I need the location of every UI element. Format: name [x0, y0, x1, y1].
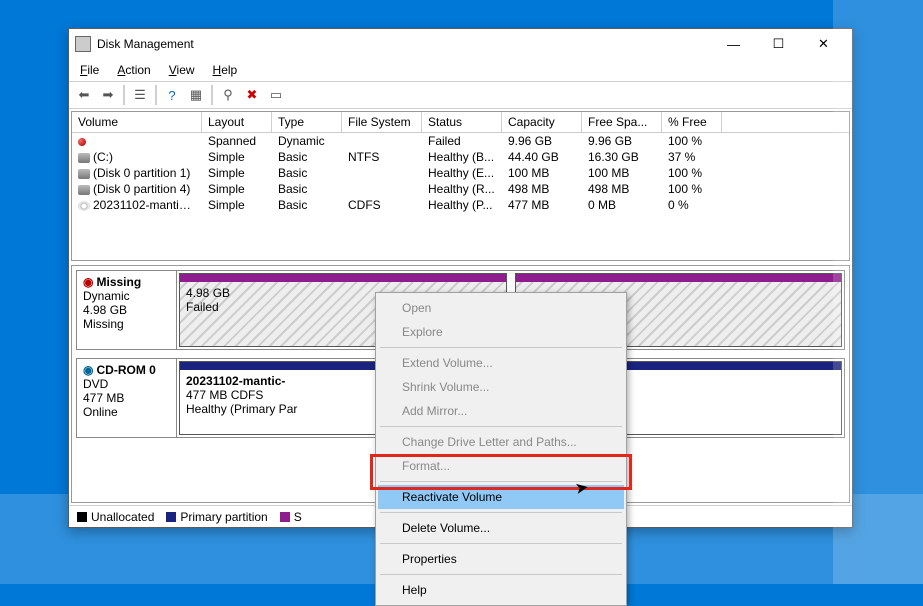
swatch-icon	[280, 512, 290, 522]
legend-item: S	[280, 510, 302, 524]
legend-item: Unallocated	[77, 510, 154, 524]
titlebar[interactable]: Disk Management — ☐ ✕	[69, 29, 852, 59]
table-row[interactable]: (Disk 0 partition 4)SimpleBasicHealthy (…	[72, 181, 849, 197]
window-title: Disk Management	[97, 37, 194, 51]
menu-item-delete-volume[interactable]: Delete Volume...	[378, 516, 624, 540]
col-capacity[interactable]: Capacity	[502, 112, 582, 132]
table-row[interactable]: (C:)SimpleBasicNTFSHealthy (B...44.40 GB…	[72, 149, 849, 165]
menu-item-shrink-volume: Shrink Volume...	[378, 375, 624, 399]
volume-icon	[78, 201, 90, 211]
volume-icon	[78, 153, 90, 163]
swatch-icon	[166, 512, 176, 522]
menu-item-open: Open	[378, 296, 624, 320]
props-button[interactable]: ☰	[129, 84, 151, 106]
separator-icon	[123, 85, 125, 105]
app-icon	[75, 36, 91, 52]
context-menu[interactable]: OpenExplore Extend Volume...Shrink Volume…	[375, 292, 627, 606]
table-row[interactable]: (Disk 0 partition 1)SimpleBasicHealthy (…	[72, 165, 849, 181]
help-button[interactable]: ?	[161, 84, 183, 106]
separator-icon	[211, 85, 213, 105]
back-button[interactable]: ⬅	[73, 84, 95, 106]
menu-help[interactable]: Help	[206, 61, 245, 79]
swatch-icon	[77, 512, 87, 522]
view-button[interactable]: ▭	[265, 84, 287, 106]
menu-file[interactable]: File	[73, 61, 106, 79]
menubar: File Action View Help	[69, 59, 852, 81]
disk-info: MissingDynamic4.98 GBMissing	[77, 271, 177, 349]
column-headers[interactable]: Volume Layout Type File System Status Ca…	[72, 112, 849, 133]
close-button[interactable]: ✕	[801, 30, 846, 58]
delete-button[interactable]: ✖	[241, 84, 263, 106]
volume-icon	[78, 185, 90, 195]
col-volume[interactable]: Volume	[72, 112, 202, 132]
volume-list[interactable]: Volume Layout Type File System Status Ca…	[71, 111, 850, 261]
menu-item-help[interactable]: Help	[378, 578, 624, 602]
stripe-icon	[516, 274, 842, 282]
menu-item-change-drive-letter-and-paths: Change Drive Letter and Paths...	[378, 430, 624, 454]
stripe-icon	[180, 274, 506, 282]
menu-item-format: Format...	[378, 454, 624, 478]
list-button[interactable]: ▦	[185, 84, 207, 106]
table-row[interactable]: 20231102-mantic- ...SimpleBasicCDFSHealt…	[72, 197, 849, 213]
menu-item-explore: Explore	[378, 320, 624, 344]
maximize-button[interactable]: ☐	[756, 30, 801, 58]
col-status[interactable]: Status	[422, 112, 502, 132]
col-type[interactable]: Type	[272, 112, 342, 132]
legend-item: Primary partition	[166, 510, 267, 524]
col-layout[interactable]: Layout	[202, 112, 272, 132]
refresh-button[interactable]: ⚲	[217, 84, 239, 106]
forward-button[interactable]: ➡	[97, 84, 119, 106]
toolbar: ⬅ ➡ ☰ ? ▦ ⚲ ✖ ▭	[69, 81, 852, 109]
menu-item-properties[interactable]: Properties	[378, 547, 624, 571]
minimize-button[interactable]: —	[711, 30, 756, 58]
separator-icon	[155, 85, 157, 105]
menu-item-reactivate-volume[interactable]: Reactivate Volume	[378, 485, 624, 509]
col-pctfree[interactable]: % Free	[662, 112, 722, 132]
volume-icon	[78, 169, 90, 179]
menu-item-add-mirror: Add Mirror...	[378, 399, 624, 423]
menu-item-extend-volume: Extend Volume...	[378, 351, 624, 375]
disk-info: CD-ROM 0DVD477 MBOnline	[77, 359, 177, 437]
menu-view[interactable]: View	[162, 61, 202, 79]
table-row[interactable]: SpannedDynamicFailed9.96 GB9.96 GB100 %	[72, 133, 849, 149]
col-fs[interactable]: File System	[342, 112, 422, 132]
col-free[interactable]: Free Spa...	[582, 112, 662, 132]
menu-action[interactable]: Action	[110, 61, 157, 79]
volume-icon	[78, 138, 86, 146]
